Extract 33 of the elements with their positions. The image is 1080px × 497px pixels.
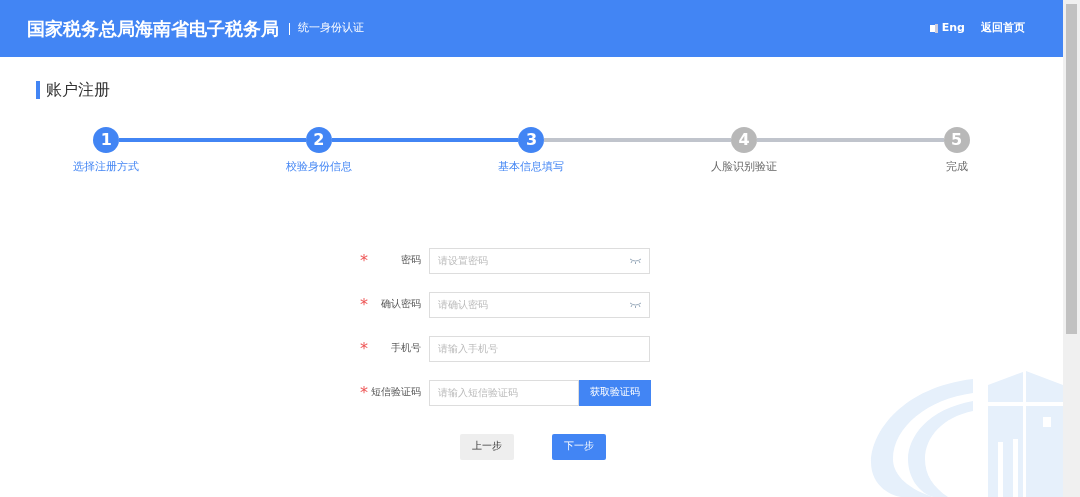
get-code-button[interactable]: 获取验证码 [579, 379, 651, 406]
step-number: 4 [731, 127, 758, 153]
scrollbar[interactable] [1063, 0, 1080, 497]
step-label: 人脸识别验证 [711, 159, 778, 175]
step-label: 基本信息填写 [498, 159, 565, 175]
home-link[interactable]: 返回首页 [981, 20, 1025, 37]
field-label: 手机号 [391, 342, 421, 354]
closed-eye-icon[interactable] [629, 257, 642, 264]
field-label: 确认密码 [381, 298, 421, 310]
required-mark: * [360, 337, 368, 360]
site-subtitle: 统一身份认证 [298, 20, 364, 37]
input-field[interactable]: 请输入短信验证码 [429, 379, 579, 406]
step-label: 选择注册方式 [73, 159, 140, 175]
required-mark: * [360, 381, 368, 404]
step-number: 3 [518, 127, 545, 153]
closed-eye-icon[interactable] [629, 301, 642, 308]
step-label: 校验身份信息 [285, 159, 352, 175]
step-number: 2 [305, 127, 332, 153]
back-button[interactable]: 上一步 [460, 433, 514, 460]
step-number: 5 [943, 127, 970, 153]
scrollbar-thumb[interactable] [1066, 4, 1077, 334]
site-title: 国家税务总局海南省电子税务局 [27, 17, 279, 41]
required-mark: * [360, 293, 368, 316]
step-label: 完成 [945, 159, 968, 175]
required-mark: * [360, 249, 368, 272]
next-button[interactable]: 下一步 [552, 433, 606, 460]
language-icon [929, 24, 938, 33]
field-label: 短信验证码 [371, 386, 421, 398]
step-number: 1 [93, 127, 120, 153]
field-label: 密码 [401, 254, 421, 266]
language-link[interactable]: Eng [929, 20, 965, 37]
input-field[interactable]: 请确认密码 [429, 291, 650, 318]
input-field[interactable]: 请输入手机号 [429, 335, 650, 362]
